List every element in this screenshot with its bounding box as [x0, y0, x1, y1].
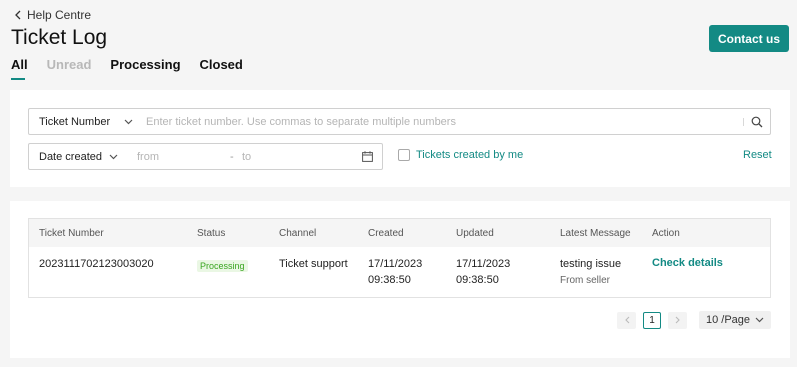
header-latest-message: Latest Message [560, 228, 631, 239]
header-created: Created [368, 228, 404, 239]
tab-processing[interactable]: Processing [110, 57, 180, 77]
date-range-filter: Date created from - to [28, 143, 383, 170]
chevron-left-icon [15, 10, 21, 20]
header-action: Action [652, 228, 680, 239]
ticket-number-cell: 2023111702123003020 [39, 258, 154, 270]
reset-button[interactable]: Reset [743, 149, 772, 161]
previous-page-button[interactable] [617, 311, 636, 329]
header-ticket-number: Ticket Number [39, 228, 104, 239]
table-row: 2023111702123003020 Processing Ticket su… [29, 247, 770, 298]
date-from-input[interactable]: from [125, 151, 230, 163]
ticket-tabs: All Unread Processing Closed [11, 57, 262, 80]
date-separator: - [230, 150, 234, 163]
page-size-select[interactable]: 10 /Page [699, 311, 771, 329]
search-icon [751, 116, 763, 127]
updated-date: 17/11/2023 [456, 258, 511, 270]
page-title: Ticket Log [11, 26, 108, 49]
search-type-label: Ticket Number [39, 115, 111, 128]
tickets-created-by-me-checkbox[interactable]: Tickets created by me [398, 149, 523, 161]
latest-message-cell: testing issue From seller [560, 258, 621, 286]
channel-cell: Ticket support [279, 258, 348, 270]
header-updated: Updated [456, 228, 494, 239]
search-button[interactable] [744, 109, 770, 134]
ticket-number-search-input[interactable] [141, 109, 743, 134]
page-number-button[interactable]: 1 [643, 311, 661, 329]
updated-cell: 17/11/2023 09:38:50 [456, 256, 510, 288]
latest-message-text: testing issue [560, 258, 622, 270]
contact-us-button[interactable]: Contact us [709, 25, 789, 52]
date-type-label: Date created [39, 150, 102, 163]
chevron-down-icon [755, 317, 764, 323]
filter-panel: Ticket Number Date created from - to Tic… [10, 90, 790, 187]
calendar-icon [361, 151, 373, 162]
date-to-input[interactable]: to [242, 151, 352, 163]
tab-closed[interactable]: Closed [200, 57, 243, 77]
tab-all[interactable]: All [11, 57, 28, 80]
chevron-down-icon [124, 119, 133, 124]
date-type-select[interactable]: Date created [29, 151, 125, 163]
tickets-created-by-me-label: Tickets created by me [416, 149, 524, 161]
tab-unread[interactable]: Unread [47, 57, 92, 77]
created-cell: 17/11/2023 09:38:50 [368, 256, 422, 288]
header-status: Status [197, 228, 226, 239]
back-to-help-centre-link[interactable]: Help Centre [14, 8, 91, 22]
ticket-search-bar: Ticket Number [28, 108, 771, 135]
search-type-select[interactable]: Ticket Number [29, 109, 141, 134]
table-header: Ticket Number Status Channel Created Upd… [29, 219, 770, 247]
latest-message-sender: From seller [560, 275, 611, 286]
status-badge: Processing [197, 260, 248, 272]
back-label: Help Centre [27, 8, 92, 22]
check-details-link[interactable]: Check details [652, 257, 723, 269]
created-date: 17/11/2023 [368, 258, 423, 270]
ticket-table: Ticket Number Status Channel Created Upd… [28, 218, 771, 298]
pagination: 1 10 /Page [617, 311, 771, 329]
page-size-label: 10 /Page [706, 314, 751, 326]
chevron-left-icon [624, 316, 629, 324]
created-time: 09:38:50 [368, 274, 411, 286]
updated-time: 09:38:50 [456, 274, 499, 286]
calendar-button[interactable] [352, 151, 382, 162]
header-channel: Channel [279, 228, 317, 239]
chevron-down-icon [109, 154, 118, 159]
results-panel: Ticket Number Status Channel Created Upd… [10, 201, 790, 358]
chevron-right-icon [675, 316, 680, 324]
checkbox-box[interactable] [398, 149, 410, 161]
next-page-button[interactable] [668, 311, 687, 329]
